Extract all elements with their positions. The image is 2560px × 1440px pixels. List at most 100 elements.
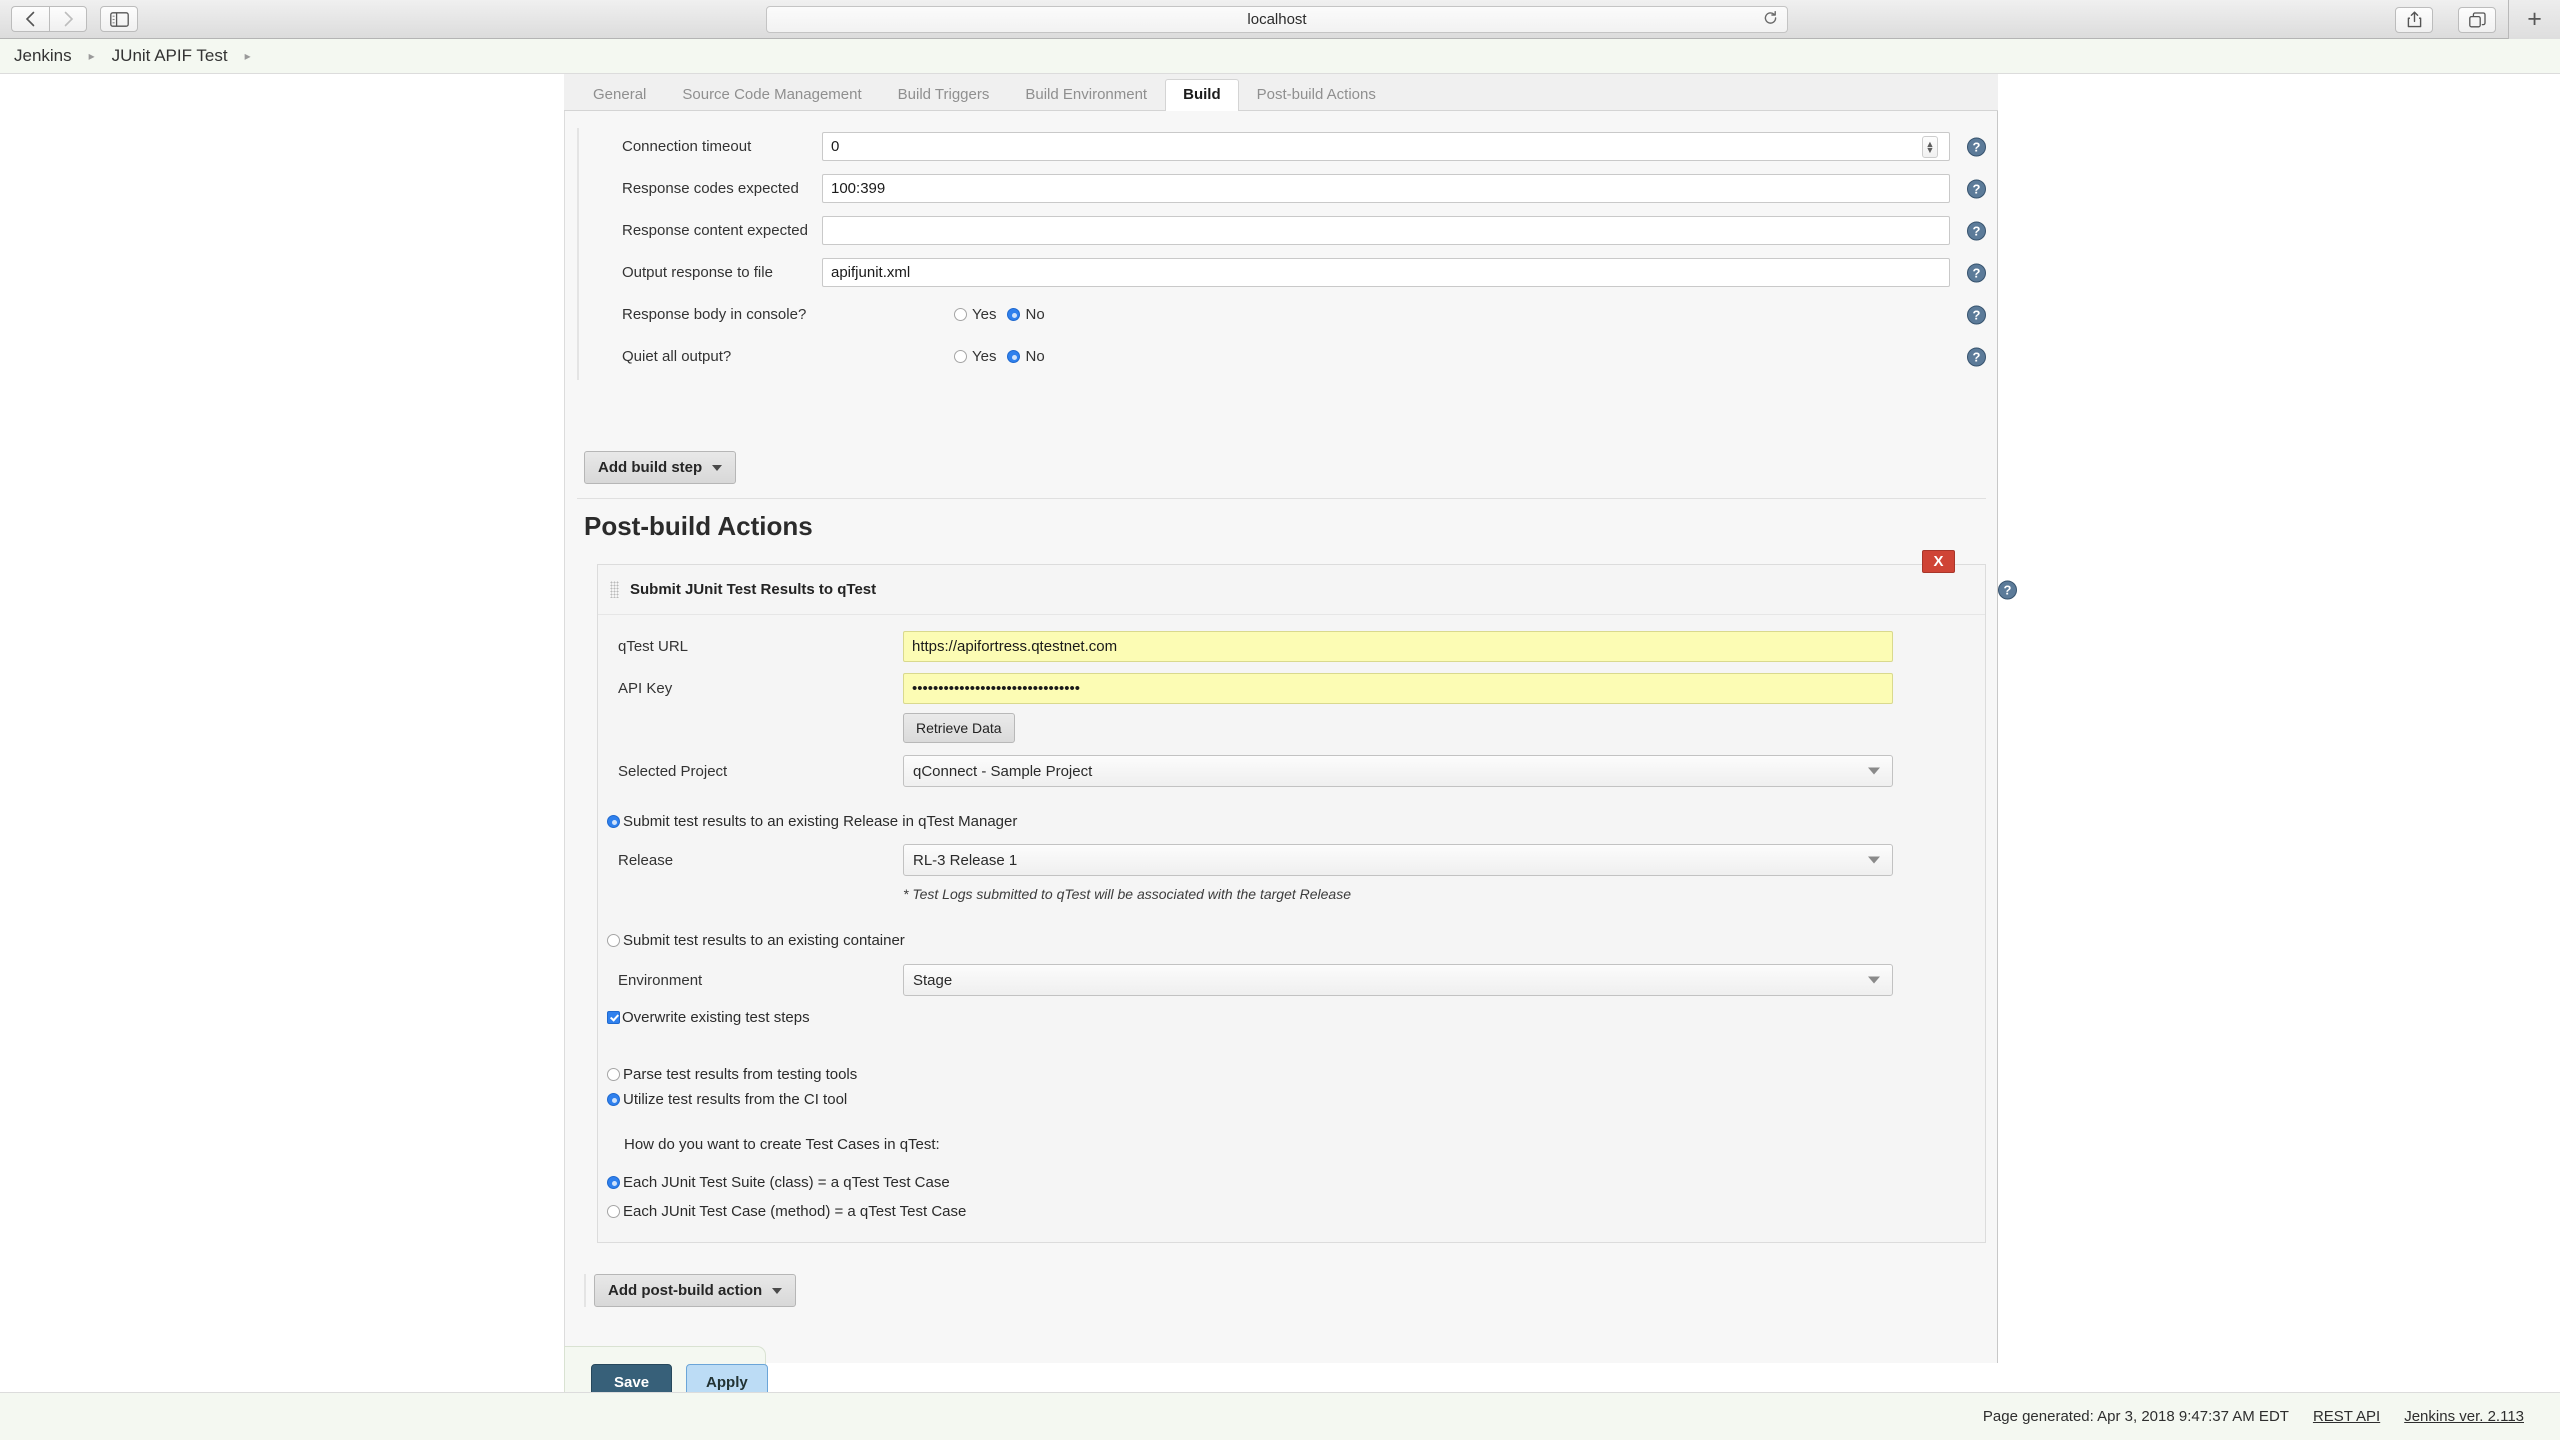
row-container-radio: Submit test results to an existing conta…: [598, 904, 1985, 957]
row-suite-radio: Each JUnit Test Suite (class) = a qTest …: [598, 1164, 1985, 1199]
share-button[interactable]: [2395, 6, 2433, 33]
utilize-test-results-radio[interactable]: [607, 1093, 620, 1106]
help-icon-response-content[interactable]: ?: [1967, 221, 1986, 240]
row-selected-project: Selected Project qConnect - Sample Proje…: [598, 747, 1985, 795]
jenkins-version-link[interactable]: Jenkins ver. 2.113: [2404, 1408, 2524, 1425]
tab-build-triggers[interactable]: Build Triggers: [880, 79, 1008, 110]
help-icon-output-file[interactable]: ?: [1967, 263, 1986, 282]
tab-general[interactable]: General: [575, 79, 664, 110]
row-case-radio: Each JUnit Test Case (method) = a qTest …: [598, 1199, 1985, 1228]
junit-suite-as-test-case-label: Each JUnit Test Suite (class) = a qTest …: [623, 1174, 950, 1191]
row-utilize-radio: Utilize test results from the CI tool: [598, 1091, 1985, 1116]
response-content-expected-input[interactable]: [822, 216, 1950, 245]
section-divider: [577, 498, 1986, 499]
response-codes-expected-input[interactable]: [822, 174, 1950, 203]
label-quiet-all-output: Quiet all output?: [622, 348, 732, 365]
parse-test-results-label: Parse test results from testing tools: [623, 1066, 858, 1083]
field-row-response-codes: Response codes expected ?: [579, 170, 1986, 207]
share-icon: [2407, 11, 2421, 28]
chevron-left-icon: [25, 11, 35, 27]
breadcrumb-separator-end[interactable]: ▸: [245, 50, 251, 62]
selected-project-dropdown[interactable]: qConnect - Sample Project: [903, 755, 1893, 787]
response-body-console-radio-group: Yes No: [822, 306, 1986, 323]
add-build-step-button[interactable]: Add build step: [584, 451, 737, 484]
url-text: localhost: [1247, 11, 1307, 28]
config-tab-bar: General Source Code Management Build Tri…: [564, 74, 1998, 111]
label-environment: Environment: [618, 971, 703, 989]
environment-dropdown[interactable]: Stage: [903, 964, 1893, 996]
post-build-qtest-panel: Submit JUnit Test Results to qTest X ? q…: [597, 550, 2017, 1243]
field-row-connection-timeout: Connection timeout ▲ ▼ ?: [579, 128, 1986, 165]
chevron-right-icon: [64, 11, 73, 27]
label-response-content-expected: Response content expected: [622, 222, 808, 239]
row-release-radio: Submit test results to an existing Relea…: [598, 795, 1985, 838]
retrieve-data-button[interactable]: Retrieve Data: [903, 713, 1015, 743]
post-build-panel-title: Submit JUnit Test Results to qTest: [630, 581, 877, 598]
tab-build-environment[interactable]: Build Environment: [1007, 79, 1165, 110]
quiet-output-no-radio[interactable]: [1007, 350, 1021, 363]
row-api-key: API Key: [598, 667, 1985, 709]
help-icon-response-body-console[interactable]: ?: [1967, 305, 1986, 324]
help-icon-connection-timeout[interactable]: ?: [1967, 137, 1986, 156]
connection-timeout-stepper[interactable]: ▲ ▼: [1922, 136, 1938, 158]
label-selected-project: Selected Project: [618, 762, 728, 780]
drag-handle-icon[interactable]: [610, 581, 619, 598]
release-dropdown[interactable]: RL-3 Release 1: [903, 844, 1893, 876]
post-build-panel-header: Submit JUnit Test Results to qTest X ?: [598, 550, 2017, 615]
help-icon-response-codes[interactable]: ?: [1967, 179, 1986, 198]
tab-post-build-actions[interactable]: Post-build Actions: [1239, 79, 1394, 110]
add-post-build-action-button[interactable]: Add post-build action: [594, 1274, 797, 1307]
existing-container-radio[interactable]: [607, 934, 620, 947]
field-row-response-content: Response content expected ?: [579, 212, 1986, 249]
stepper-down-icon: ▼: [1925, 145, 1935, 155]
api-key-input[interactable]: [903, 672, 1893, 704]
release-note-wrap: * Test Logs submitted to qTest will be a…: [598, 882, 1985, 904]
reload-button[interactable]: [1763, 10, 1778, 29]
quiet-output-no-label: No: [1025, 348, 1045, 365]
breadcrumb: Jenkins ▸ JUnit APIF Test ▸: [0, 39, 2560, 74]
row-overwrite-checkbox: Overwrite existing test steps: [598, 1003, 1985, 1026]
response-body-console-no-label: No: [1025, 306, 1045, 323]
row-release: Release RL-3 Release 1: [598, 838, 1985, 882]
tab-source-code-management[interactable]: Source Code Management: [664, 79, 879, 110]
existing-release-radio[interactable]: [607, 815, 620, 828]
new-tab-button[interactable]: +: [2508, 0, 2560, 39]
breadcrumb-item-jenkins[interactable]: Jenkins: [14, 46, 72, 66]
label-response-codes-expected: Response codes expected: [622, 180, 799, 197]
nav-button-group: [11, 6, 138, 32]
help-icon-quiet-output[interactable]: ?: [1967, 347, 1986, 366]
add-build-step-wrap: Add build step: [584, 451, 737, 484]
qtest-url-input[interactable]: [903, 630, 1893, 662]
create-test-cases-prompt-wrap: How do you want to create Test Cases in …: [598, 1116, 1985, 1164]
quiet-output-yes-radio[interactable]: [954, 350, 967, 363]
parse-test-results-radio[interactable]: [607, 1068, 620, 1081]
rest-api-link[interactable]: REST API: [2313, 1408, 2380, 1425]
help-icon-post-build-panel[interactable]: ?: [1998, 580, 2017, 599]
breadcrumb-item-job[interactable]: JUnit APIF Test: [112, 46, 228, 66]
forward-button[interactable]: [49, 6, 87, 32]
delete-post-build-action-button[interactable]: X: [1922, 550, 1955, 573]
sidebar-toggle-button[interactable]: [100, 6, 138, 32]
add-post-build-action-label: Add post-build action: [608, 1282, 763, 1299]
address-bar[interactable]: localhost: [766, 6, 1788, 33]
page-footer: Page generated: Apr 3, 2018 9:47:37 AM E…: [0, 1392, 2560, 1440]
chevron-down-icon: [1868, 976, 1880, 984]
chevron-down-icon: [1868, 856, 1880, 864]
row-qtest-url: qTest URL: [598, 625, 1985, 667]
connection-timeout-input[interactable]: [822, 132, 1950, 161]
delete-label: X: [1933, 553, 1944, 570]
overwrite-existing-test-steps-checkbox[interactable]: [607, 1011, 620, 1024]
field-row-output-file: Output response to file ?: [579, 254, 1986, 291]
response-body-console-no-radio[interactable]: [1007, 308, 1021, 321]
response-body-console-yes-radio[interactable]: [954, 308, 967, 321]
build-step-form: Connection timeout ▲ ▼ ? Response codes …: [577, 128, 1986, 380]
back-button[interactable]: [11, 6, 49, 32]
output-response-to-file-input[interactable]: [822, 258, 1950, 287]
quiet-output-yes-label: Yes: [972, 348, 997, 365]
junit-case-as-test-case-radio[interactable]: [607, 1205, 620, 1218]
tab-build[interactable]: Build: [1165, 79, 1239, 111]
row-parse-radio: Parse test results from testing tools: [598, 1026, 1985, 1091]
show-tabs-button[interactable]: [2458, 6, 2496, 33]
create-test-cases-prompt: How do you want to create Test Cases in …: [624, 1136, 940, 1153]
junit-suite-as-test-case-radio[interactable]: [607, 1176, 620, 1189]
